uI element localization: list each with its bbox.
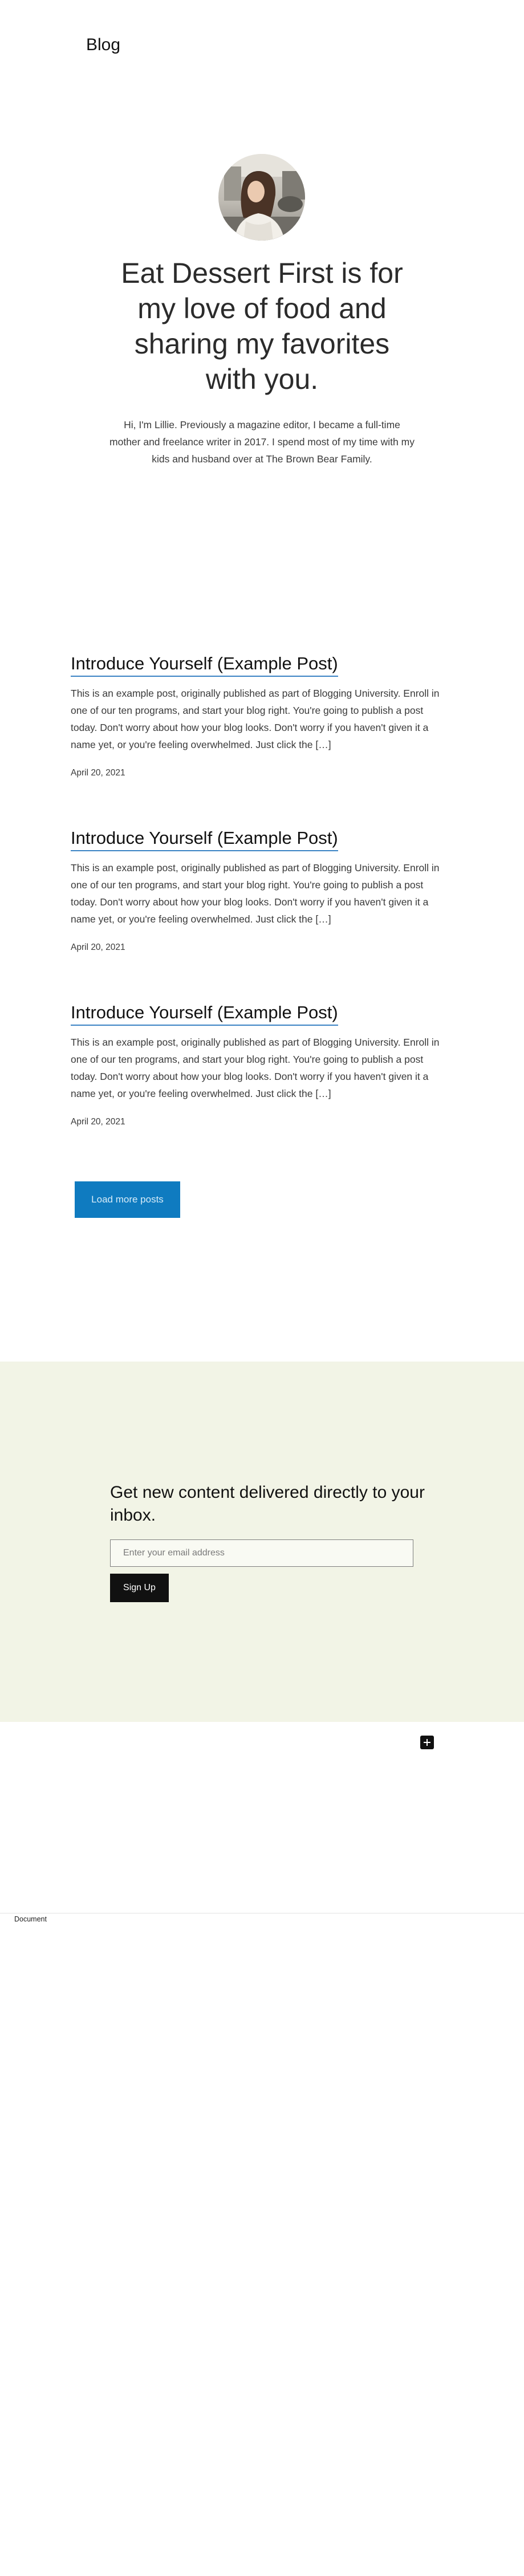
post-excerpt: This is an example post, originally publ…	[71, 862, 440, 925]
subscribe-heading: Get new content delivered directly to yo…	[110, 1483, 425, 1525]
avatar	[218, 154, 305, 241]
post-excerpt: This is an example post, originally publ…	[71, 688, 440, 750]
hero-heading: Eat Dessert First is for my love of food…	[121, 257, 403, 395]
email-input[interactable]	[110, 1539, 413, 1567]
subscribe-section: Get new content delivered directly to yo…	[0, 1362, 524, 1722]
post-title-link[interactable]: Introduce Yourself (Example Post)	[71, 827, 338, 851]
plus-icon	[424, 1739, 430, 1746]
post-title-link[interactable]: Introduce Yourself (Example Post)	[71, 1001, 338, 1026]
post-date: April 20, 2021	[71, 942, 125, 952]
load-more-button[interactable]: Load more posts	[75, 1181, 180, 1218]
post-title-link[interactable]: Introduce Yourself (Example Post)	[71, 652, 338, 677]
post-item: Introduce Yourself (Example Post) This i…	[71, 1001, 444, 1127]
profile-photo-icon	[218, 154, 305, 241]
document-breadcrumb[interactable]: Document	[14, 1915, 47, 1923]
post-item: Introduce Yourself (Example Post) This i…	[71, 827, 444, 953]
hero-intro: Hi, I'm Lillie. Previously a magazine ed…	[109, 419, 415, 465]
post-item: Introduce Yourself (Example Post) This i…	[71, 652, 444, 778]
add-block-button[interactable]	[420, 1736, 434, 1749]
sign-up-button[interactable]: Sign Up	[110, 1574, 169, 1602]
post-date: April 20, 2021	[71, 768, 125, 778]
post-excerpt: This is an example post, originally publ…	[71, 1037, 440, 1099]
post-date: April 20, 2021	[71, 1117, 125, 1127]
site-title[interactable]: Blog	[86, 35, 120, 55]
